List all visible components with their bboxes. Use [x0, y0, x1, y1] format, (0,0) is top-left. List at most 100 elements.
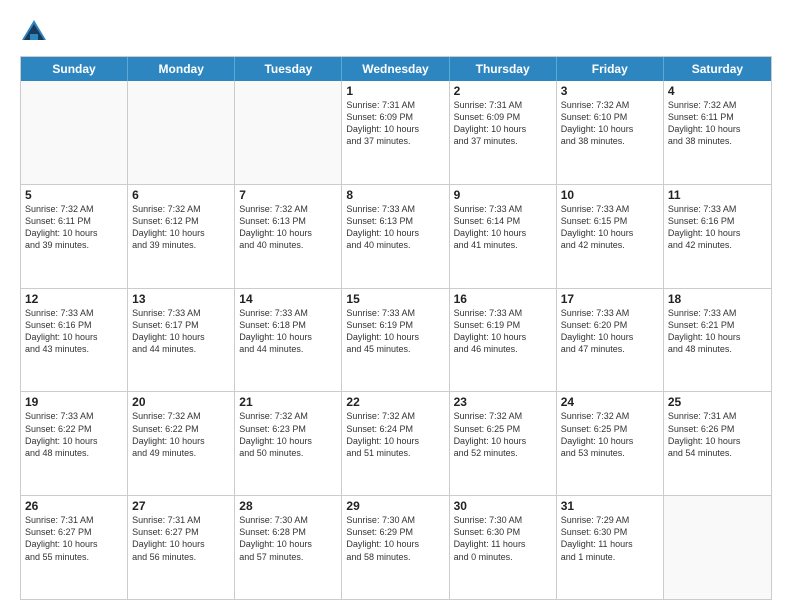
cal-cell-3-6: 17Sunrise: 7:33 AM Sunset: 6:20 PM Dayli… — [557, 289, 664, 392]
cal-cell-5-6: 31Sunrise: 7:29 AM Sunset: 6:30 PM Dayli… — [557, 496, 664, 599]
day-info: Sunrise: 7:32 AM Sunset: 6:12 PM Dayligh… — [132, 203, 230, 252]
day-info: Sunrise: 7:31 AM Sunset: 6:09 PM Dayligh… — [346, 99, 444, 148]
day-number: 31 — [561, 499, 659, 513]
day-number: 5 — [25, 188, 123, 202]
logo — [20, 18, 52, 46]
day-number: 19 — [25, 395, 123, 409]
cal-cell-1-7: 4Sunrise: 7:32 AM Sunset: 6:11 PM Daylig… — [664, 81, 771, 184]
day-info: Sunrise: 7:33 AM Sunset: 6:16 PM Dayligh… — [25, 307, 123, 356]
day-info: Sunrise: 7:33 AM Sunset: 6:18 PM Dayligh… — [239, 307, 337, 356]
cal-cell-4-5: 23Sunrise: 7:32 AM Sunset: 6:25 PM Dayli… — [450, 392, 557, 495]
cal-cell-5-3: 28Sunrise: 7:30 AM Sunset: 6:28 PM Dayli… — [235, 496, 342, 599]
day-number: 7 — [239, 188, 337, 202]
cal-cell-3-2: 13Sunrise: 7:33 AM Sunset: 6:17 PM Dayli… — [128, 289, 235, 392]
cal-row-3: 12Sunrise: 7:33 AM Sunset: 6:16 PM Dayli… — [21, 288, 771, 392]
cal-cell-1-5: 2Sunrise: 7:31 AM Sunset: 6:09 PM Daylig… — [450, 81, 557, 184]
calendar: SundayMondayTuesdayWednesdayThursdayFrid… — [20, 56, 772, 600]
cal-cell-3-7: 18Sunrise: 7:33 AM Sunset: 6:21 PM Dayli… — [664, 289, 771, 392]
cal-cell-4-2: 20Sunrise: 7:32 AM Sunset: 6:22 PM Dayli… — [128, 392, 235, 495]
day-info: Sunrise: 7:33 AM Sunset: 6:20 PM Dayligh… — [561, 307, 659, 356]
day-number: 2 — [454, 84, 552, 98]
day-number: 21 — [239, 395, 337, 409]
cal-cell-2-5: 9Sunrise: 7:33 AM Sunset: 6:14 PM Daylig… — [450, 185, 557, 288]
cal-cell-1-3 — [235, 81, 342, 184]
cal-cell-3-1: 12Sunrise: 7:33 AM Sunset: 6:16 PM Dayli… — [21, 289, 128, 392]
day-number: 1 — [346, 84, 444, 98]
day-number: 23 — [454, 395, 552, 409]
cal-cell-5-5: 30Sunrise: 7:30 AM Sunset: 6:30 PM Dayli… — [450, 496, 557, 599]
day-number: 8 — [346, 188, 444, 202]
cal-cell-5-7 — [664, 496, 771, 599]
day-info: Sunrise: 7:33 AM Sunset: 6:21 PM Dayligh… — [668, 307, 767, 356]
day-number: 28 — [239, 499, 337, 513]
cal-cell-1-2 — [128, 81, 235, 184]
day-number: 20 — [132, 395, 230, 409]
day-number: 11 — [668, 188, 767, 202]
day-info: Sunrise: 7:31 AM Sunset: 6:09 PM Dayligh… — [454, 99, 552, 148]
day-number: 3 — [561, 84, 659, 98]
cal-cell-2-6: 10Sunrise: 7:33 AM Sunset: 6:15 PM Dayli… — [557, 185, 664, 288]
cal-cell-2-7: 11Sunrise: 7:33 AM Sunset: 6:16 PM Dayli… — [664, 185, 771, 288]
calendar-header-row: SundayMondayTuesdayWednesdayThursdayFrid… — [21, 57, 771, 81]
day-number: 22 — [346, 395, 444, 409]
day-info: Sunrise: 7:32 AM Sunset: 6:13 PM Dayligh… — [239, 203, 337, 252]
cal-cell-4-6: 24Sunrise: 7:32 AM Sunset: 6:25 PM Dayli… — [557, 392, 664, 495]
day-info: Sunrise: 7:33 AM Sunset: 6:13 PM Dayligh… — [346, 203, 444, 252]
cal-cell-4-1: 19Sunrise: 7:33 AM Sunset: 6:22 PM Dayli… — [21, 392, 128, 495]
col-header-wednesday: Wednesday — [342, 57, 449, 81]
day-info: Sunrise: 7:33 AM Sunset: 6:14 PM Dayligh… — [454, 203, 552, 252]
day-info: Sunrise: 7:31 AM Sunset: 6:27 PM Dayligh… — [25, 514, 123, 563]
cal-cell-5-4: 29Sunrise: 7:30 AM Sunset: 6:29 PM Dayli… — [342, 496, 449, 599]
day-info: Sunrise: 7:32 AM Sunset: 6:11 PM Dayligh… — [668, 99, 767, 148]
cal-cell-2-2: 6Sunrise: 7:32 AM Sunset: 6:12 PM Daylig… — [128, 185, 235, 288]
col-header-sunday: Sunday — [21, 57, 128, 81]
day-number: 9 — [454, 188, 552, 202]
day-info: Sunrise: 7:30 AM Sunset: 6:29 PM Dayligh… — [346, 514, 444, 563]
header — [20, 18, 772, 46]
day-number: 12 — [25, 292, 123, 306]
cal-row-2: 5Sunrise: 7:32 AM Sunset: 6:11 PM Daylig… — [21, 184, 771, 288]
cal-cell-3-3: 14Sunrise: 7:33 AM Sunset: 6:18 PM Dayli… — [235, 289, 342, 392]
cal-row-4: 19Sunrise: 7:33 AM Sunset: 6:22 PM Dayli… — [21, 391, 771, 495]
day-number: 16 — [454, 292, 552, 306]
day-number: 13 — [132, 292, 230, 306]
day-info: Sunrise: 7:32 AM Sunset: 6:24 PM Dayligh… — [346, 410, 444, 459]
day-info: Sunrise: 7:31 AM Sunset: 6:27 PM Dayligh… — [132, 514, 230, 563]
day-info: Sunrise: 7:32 AM Sunset: 6:25 PM Dayligh… — [454, 410, 552, 459]
cal-cell-5-1: 26Sunrise: 7:31 AM Sunset: 6:27 PM Dayli… — [21, 496, 128, 599]
cal-cell-3-5: 16Sunrise: 7:33 AM Sunset: 6:19 PM Dayli… — [450, 289, 557, 392]
cal-cell-3-4: 15Sunrise: 7:33 AM Sunset: 6:19 PM Dayli… — [342, 289, 449, 392]
col-header-tuesday: Tuesday — [235, 57, 342, 81]
cal-cell-1-1 — [21, 81, 128, 184]
day-number: 25 — [668, 395, 767, 409]
cal-cell-1-6: 3Sunrise: 7:32 AM Sunset: 6:10 PM Daylig… — [557, 81, 664, 184]
day-info: Sunrise: 7:33 AM Sunset: 6:16 PM Dayligh… — [668, 203, 767, 252]
cal-cell-5-2: 27Sunrise: 7:31 AM Sunset: 6:27 PM Dayli… — [128, 496, 235, 599]
day-number: 17 — [561, 292, 659, 306]
day-number: 27 — [132, 499, 230, 513]
day-info: Sunrise: 7:32 AM Sunset: 6:22 PM Dayligh… — [132, 410, 230, 459]
col-header-monday: Monday — [128, 57, 235, 81]
calendar-body: 1Sunrise: 7:31 AM Sunset: 6:09 PM Daylig… — [21, 81, 771, 599]
cal-cell-2-4: 8Sunrise: 7:33 AM Sunset: 6:13 PM Daylig… — [342, 185, 449, 288]
day-info: Sunrise: 7:32 AM Sunset: 6:25 PM Dayligh… — [561, 410, 659, 459]
day-number: 24 — [561, 395, 659, 409]
page: SundayMondayTuesdayWednesdayThursdayFrid… — [0, 0, 792, 612]
cal-cell-1-4: 1Sunrise: 7:31 AM Sunset: 6:09 PM Daylig… — [342, 81, 449, 184]
day-info: Sunrise: 7:33 AM Sunset: 6:19 PM Dayligh… — [346, 307, 444, 356]
day-number: 10 — [561, 188, 659, 202]
cal-cell-4-4: 22Sunrise: 7:32 AM Sunset: 6:24 PM Dayli… — [342, 392, 449, 495]
day-number: 30 — [454, 499, 552, 513]
day-info: Sunrise: 7:32 AM Sunset: 6:10 PM Dayligh… — [561, 99, 659, 148]
day-number: 4 — [668, 84, 767, 98]
day-number: 6 — [132, 188, 230, 202]
day-info: Sunrise: 7:33 AM Sunset: 6:22 PM Dayligh… — [25, 410, 123, 459]
day-info: Sunrise: 7:31 AM Sunset: 6:26 PM Dayligh… — [668, 410, 767, 459]
cal-cell-2-3: 7Sunrise: 7:32 AM Sunset: 6:13 PM Daylig… — [235, 185, 342, 288]
cal-row-5: 26Sunrise: 7:31 AM Sunset: 6:27 PM Dayli… — [21, 495, 771, 599]
cal-cell-4-3: 21Sunrise: 7:32 AM Sunset: 6:23 PM Dayli… — [235, 392, 342, 495]
col-header-thursday: Thursday — [450, 57, 557, 81]
day-info: Sunrise: 7:32 AM Sunset: 6:23 PM Dayligh… — [239, 410, 337, 459]
day-number: 18 — [668, 292, 767, 306]
col-header-saturday: Saturday — [664, 57, 771, 81]
